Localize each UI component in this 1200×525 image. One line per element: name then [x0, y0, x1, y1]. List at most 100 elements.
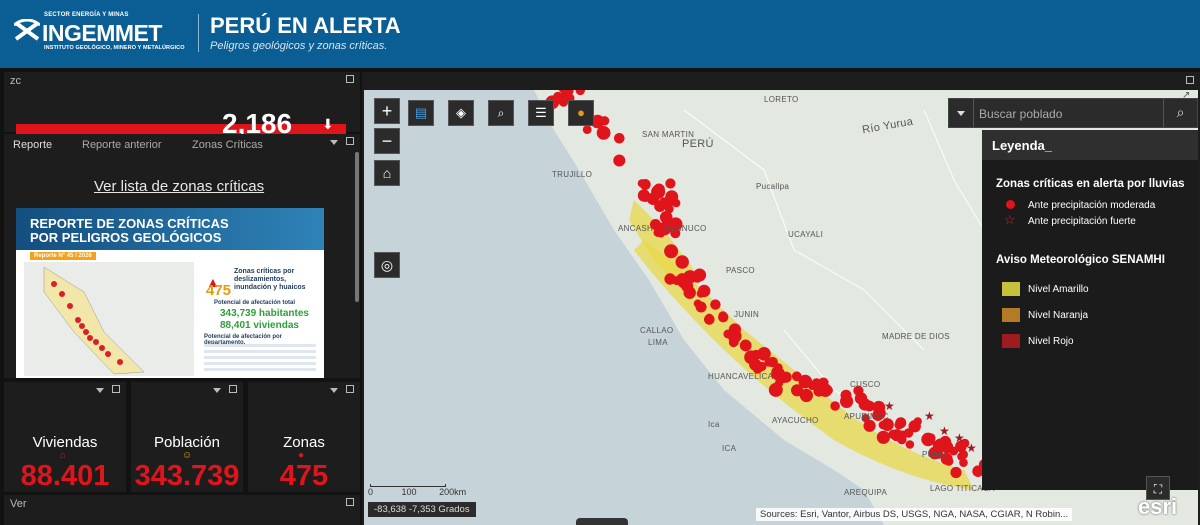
maximize-icon[interactable]: [346, 75, 354, 83]
critical-zone-point[interactable]: [664, 244, 679, 259]
download-icon[interactable]: ⬇: [322, 116, 334, 133]
folder-icon[interactable]: ▤: [408, 100, 434, 126]
critical-zone-point[interactable]: [651, 184, 666, 199]
legend-item-fuerte: Ante precipitación fuerte: [1028, 216, 1136, 227]
critical-zone-point[interactable]: [774, 378, 784, 388]
red-star-icon: ☆: [1004, 212, 1016, 227]
critical-zone-star[interactable]: ★: [924, 409, 935, 423]
critical-zone-point[interactable]: [672, 276, 682, 286]
critical-zone-point[interactable]: [698, 284, 711, 298]
place-label: JUNIN: [734, 310, 760, 319]
critical-zone-point[interactable]: [705, 313, 714, 323]
critical-zone-point[interactable]: [596, 126, 611, 140]
zc-panel: zc 2,186 ⬇: [4, 72, 360, 139]
maximize-icon[interactable]: [229, 385, 237, 393]
app-title: PERÚ EN ALERTA: [210, 13, 401, 38]
stat-value: 343.739: [134, 460, 240, 492]
tab-reporte[interactable]: Reporte: [13, 139, 52, 151]
critical-zone-point[interactable]: [895, 417, 907, 429]
critical-zone-star[interactable]: ★: [954, 431, 965, 445]
critical-zone-point[interactable]: [718, 311, 728, 321]
maximize-icon[interactable]: [346, 137, 354, 145]
chevron-down-icon[interactable]: [96, 388, 104, 393]
legend-title: Leyenda_: [982, 130, 1198, 160]
critical-zone-point[interactable]: [890, 429, 903, 442]
chevron-down-icon[interactable]: [330, 140, 338, 145]
chevron-down-icon[interactable]: [330, 388, 338, 393]
place-label: LORETO: [764, 95, 799, 104]
map-view[interactable]: ★ ★ ★ ★ ★ LORETO Río Yurua SAN MARTIN PERÚ TRUJI…: [364, 90, 1198, 525]
critical-zone-point[interactable]: [672, 198, 681, 208]
critical-zone-point[interactable]: [710, 299, 721, 310]
critical-zone-point[interactable]: [575, 90, 585, 96]
critical-zone-point[interactable]: [675, 255, 689, 269]
tab-reporte-anterior[interactable]: Reporte anterior: [82, 139, 162, 151]
critical-zone-point[interactable]: [873, 401, 884, 413]
zoom-out-button[interactable]: −: [374, 128, 400, 154]
maximize-icon[interactable]: [1186, 76, 1194, 84]
critical-zone-point[interactable]: [728, 323, 741, 336]
critical-zone-star[interactable]: ★: [966, 441, 977, 455]
tab-zonas-criticas[interactable]: Zonas Críticas: [192, 139, 263, 151]
search-map-icon[interactable]: ⌕: [488, 100, 514, 126]
critical-zone-point[interactable]: [823, 385, 833, 395]
zoom-in-button[interactable]: +: [374, 98, 400, 124]
critical-zone-point[interactable]: [693, 299, 702, 308]
critical-zone-star[interactable]: ★: [939, 424, 950, 438]
chevron-down-icon[interactable]: [213, 388, 221, 393]
critical-zone-point[interactable]: [614, 133, 625, 144]
maximize-icon[interactable]: [346, 498, 354, 506]
critical-zone-point[interactable]: [654, 200, 666, 212]
report-title-1: REPORTE DE ZONAS CRÍTICAS: [30, 216, 229, 231]
stat-label: Población: [154, 434, 220, 451]
search-input[interactable]: Buscar poblado: [979, 107, 1062, 121]
panel-handle[interactable]: [576, 518, 628, 525]
alert-icon[interactable]: ●: [568, 100, 594, 126]
critical-zone-point[interactable]: [637, 179, 646, 188]
logo-subtitle: INSTITUTO GEOLÓGICO, MINERO Y METALÚRGIC…: [44, 45, 185, 51]
critical-zone-point[interactable]: [840, 394, 854, 408]
maximize-icon[interactable]: [112, 385, 120, 393]
chevron-down-icon[interactable]: [957, 111, 965, 116]
report-potential-caption: Potencial de afectación total: [214, 300, 296, 306]
expand-icon[interactable]: ↗: [1182, 90, 1190, 101]
place-label: HUANUCO: [664, 224, 707, 233]
stat-viviendas: Viviendas ⌂ 88.401: [4, 382, 126, 492]
maximize-icon[interactable]: [346, 385, 354, 393]
critical-zone-point[interactable]: [791, 384, 804, 397]
home-button[interactable]: ⌂: [374, 160, 400, 186]
critical-zone-point[interactable]: [863, 419, 876, 432]
ingemmet-logo[interactable]: SECTOR ENERGÍA Y MINAS INGEMMET INSTITUT…: [14, 12, 186, 56]
critical-zone-point[interactable]: [683, 286, 696, 299]
zonas-criticas-link[interactable]: Ver lista de zonas críticas: [94, 178, 264, 195]
critical-zone-point[interactable]: [665, 178, 676, 189]
search-divider: [973, 99, 974, 127]
fullscreen-icon[interactable]: ⛶: [1146, 476, 1170, 500]
critical-zone-point[interactable]: [740, 339, 750, 349]
stat-label: Viviendas: [32, 434, 98, 451]
search-icon[interactable]: ⌕: [1163, 99, 1197, 127]
critical-zone-point[interactable]: [757, 361, 767, 372]
critical-zone-point[interactable]: [913, 417, 922, 426]
critical-zone-star[interactable]: ★: [884, 399, 895, 413]
legend-list-icon[interactable]: ☰: [528, 100, 554, 126]
critical-zone-point[interactable]: [582, 125, 592, 134]
critical-zone-point[interactable]: [771, 366, 782, 377]
report-image[interactable]: REPORTE DE ZONAS CRÍTICAS POR PELIGROS G…: [16, 208, 324, 378]
critical-zone-point[interactable]: [744, 350, 758, 365]
layers-icon[interactable]: ◈: [448, 100, 474, 126]
critical-zone-point[interactable]: [637, 189, 650, 202]
place-label: PERÚ: [682, 138, 714, 150]
report-count-caption: Zonas críticas por deslizamientos, inund…: [234, 268, 306, 291]
critical-zone-point[interactable]: [905, 440, 915, 449]
critical-zone-point[interactable]: [613, 154, 626, 167]
critical-zone-point[interactable]: [599, 116, 610, 126]
locate-button[interactable]: ◎: [374, 252, 400, 278]
critical-zone-point[interactable]: [876, 430, 891, 444]
search-poblado[interactable]: Buscar poblado ⌕: [948, 98, 1198, 128]
critical-zone-point[interactable]: [950, 466, 962, 479]
critical-zone-point[interactable]: [693, 268, 707, 282]
critical-zone-point[interactable]: [830, 401, 840, 411]
scrollbar[interactable]: [355, 152, 359, 302]
critical-zone-point[interactable]: [957, 452, 966, 461]
